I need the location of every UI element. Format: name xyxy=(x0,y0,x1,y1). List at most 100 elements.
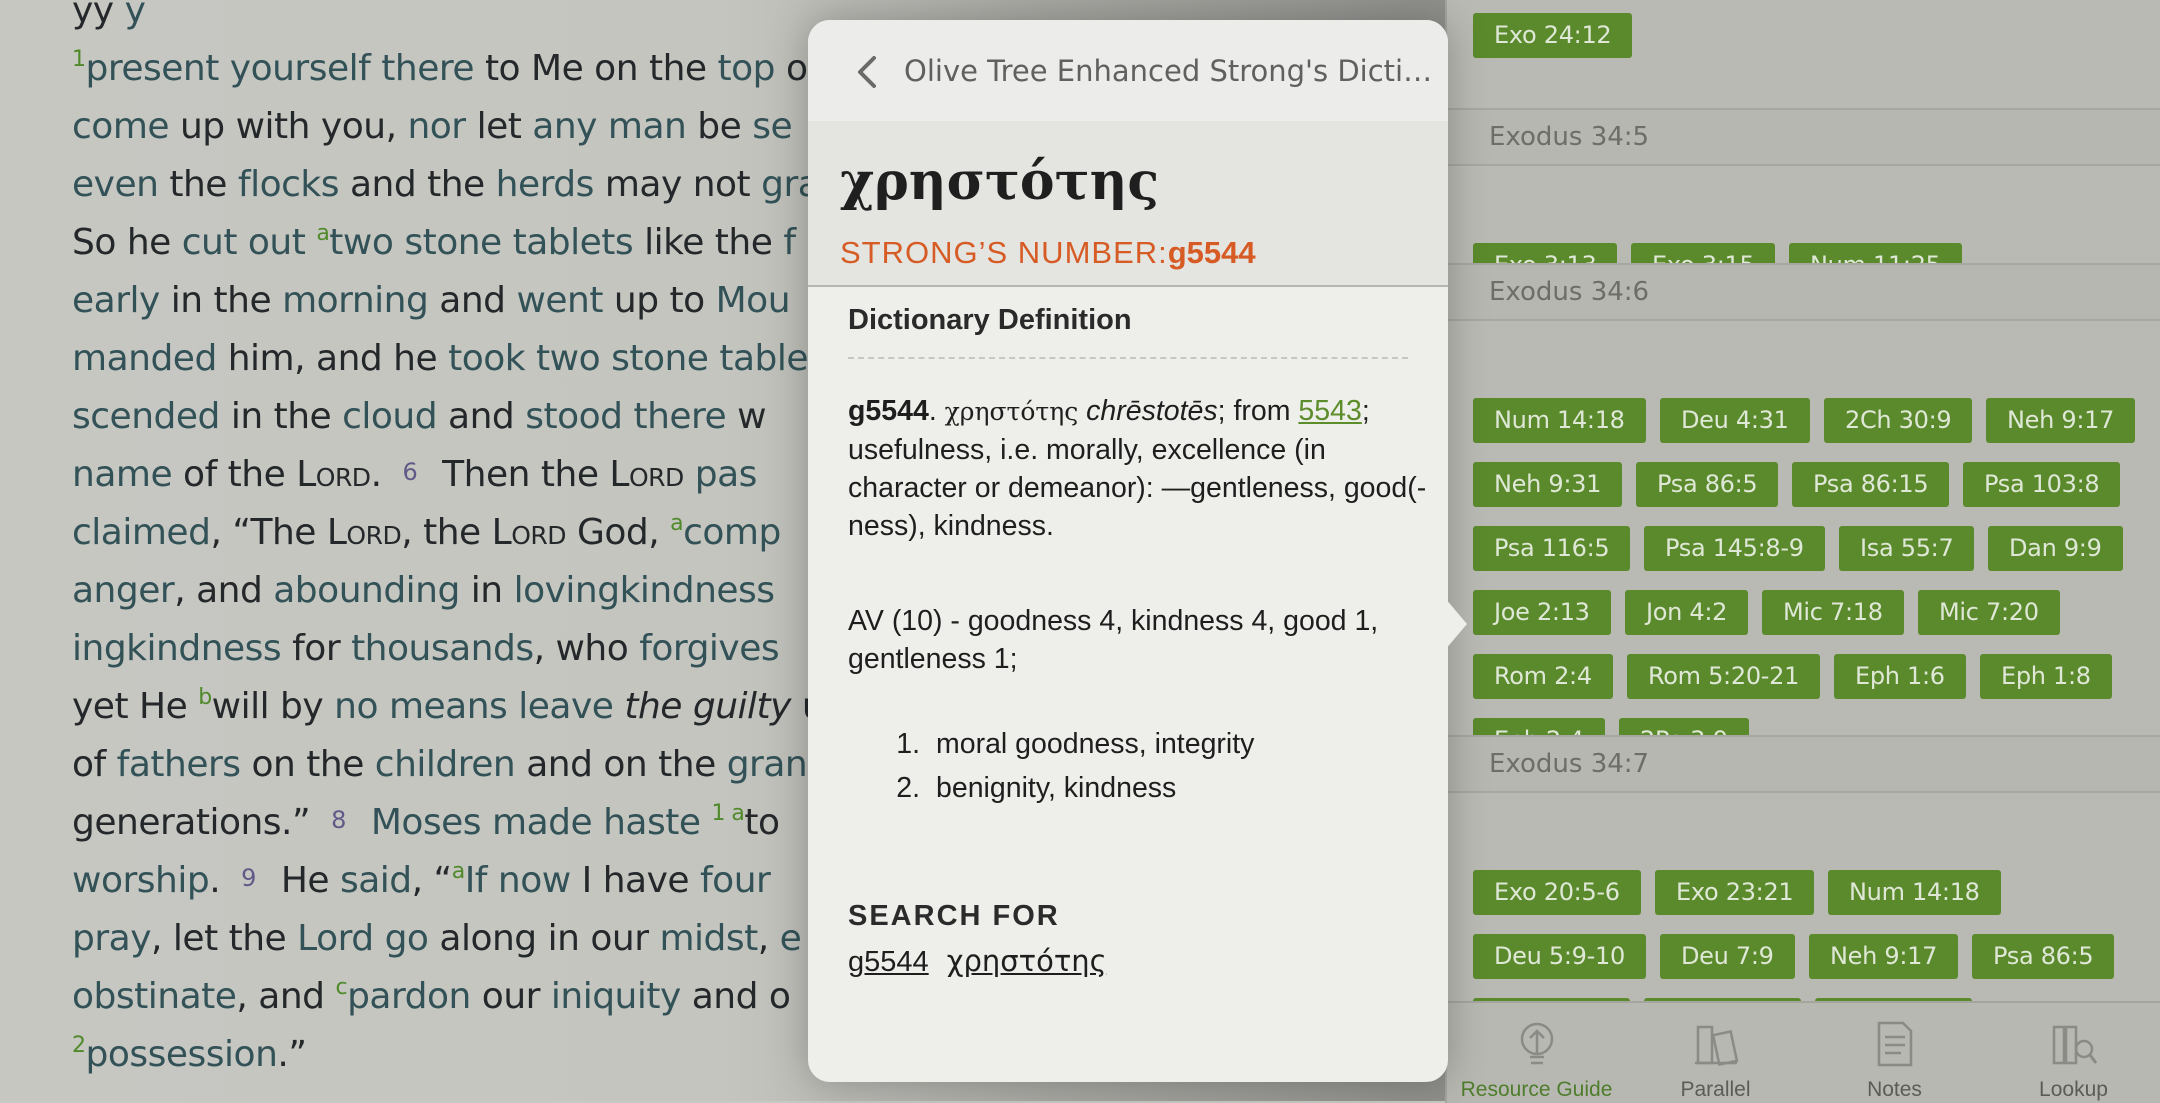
ref-chip[interactable]: Neh 9:31 xyxy=(1473,462,1623,507)
linked-word[interactable]: ingkindness xyxy=(72,628,282,669)
ref-chip[interactable]: Eph 1:6 xyxy=(1834,654,1966,699)
ref-chip[interactable]: Mic 7:18 xyxy=(1762,590,1904,635)
back-chevron-icon[interactable] xyxy=(852,52,882,92)
ref-chip[interactable]: Exo 24:12 xyxy=(1473,13,1633,58)
linked-word[interactable]: lovingkindness xyxy=(514,570,776,611)
ref-chip[interactable]: Psa 86:5 xyxy=(1972,934,2115,979)
ref-chip[interactable]: Psa 116:5 xyxy=(1473,526,1631,571)
linked-word[interactable]: obstinate xyxy=(72,976,237,1017)
footnote-marker[interactable]: a xyxy=(316,221,329,246)
linked-word[interactable]: pardon xyxy=(347,976,471,1017)
footnote-marker[interactable]: b xyxy=(198,685,212,710)
tab-lookup[interactable]: Lookup xyxy=(1984,1003,2160,1103)
linked-word[interactable]: two stone tablets xyxy=(329,222,633,263)
linked-word[interactable]: iniquity xyxy=(551,976,681,1017)
linked-word[interactable]: f xyxy=(783,222,796,263)
linked-word[interactable]: manded xyxy=(72,338,217,379)
verse-number: 6 xyxy=(402,458,418,486)
linked-word[interactable]: flocks xyxy=(238,164,340,205)
linked-word[interactable]: e xyxy=(780,918,802,959)
linked-word[interactable]: abounding xyxy=(273,570,460,611)
tab-notes[interactable]: Notes xyxy=(1805,1003,1984,1103)
footnote-marker[interactable]: a xyxy=(452,859,465,884)
ref-chip[interactable]: Jon 4:2 xyxy=(1625,590,1749,635)
cross-references-panel[interactable]: Exo 24:12 Exodus 34:5Exo 3:13Exo 3:15Num … xyxy=(1445,0,2160,1001)
linked-word[interactable]: y xyxy=(125,0,146,31)
linked-word[interactable]: even xyxy=(72,164,159,205)
related-strongs-link[interactable]: 5543 xyxy=(1298,395,1361,427)
linked-word[interactable]: went xyxy=(516,280,603,321)
linked-word[interactable]: Moses made haste xyxy=(371,802,701,843)
ref-chip[interactable]: Psa 103:8 xyxy=(1963,462,2121,507)
linked-word[interactable]: scended xyxy=(72,396,220,437)
ref-chip[interactable]: Num 14:18 xyxy=(1828,870,2001,915)
ref-chip[interactable]: Isa 55:7 xyxy=(1839,526,1975,571)
linked-word[interactable]: name xyxy=(72,454,173,495)
search-code-link[interactable]: g5544 xyxy=(848,946,929,978)
ref-chip[interactable]: Psa 86:5 xyxy=(1636,462,1779,507)
ref-chip[interactable]: 2Ch 30:9 xyxy=(1824,398,1973,443)
ref-chip[interactable]: Psa 145:8-9 xyxy=(1644,526,1825,571)
ref-chip[interactable]: Rom 2:4 xyxy=(1473,654,1613,699)
bottom-tab-bar: Resource Guide Parallel Notes Lookup xyxy=(1445,1001,2160,1103)
verse-text: He xyxy=(269,860,340,901)
linked-word[interactable]: any man xyxy=(532,106,687,147)
linked-word[interactable]: Mou xyxy=(716,280,791,321)
linked-word[interactable]: cloud xyxy=(342,396,438,437)
ref-chip[interactable]: Neh 9:17 xyxy=(1986,398,2136,443)
tab-label: Parallel xyxy=(1680,1078,1751,1101)
linked-word[interactable]: If now xyxy=(465,860,572,901)
linked-word[interactable]: top xyxy=(718,48,776,89)
linked-word[interactable]: se xyxy=(752,106,792,147)
ref-chip[interactable]: Num 14:18 xyxy=(1473,398,1646,443)
footnote-marker[interactable]: c xyxy=(335,975,347,1000)
definition-text: g5544. χρηστότης chrēstotēs; from 5543; … xyxy=(848,395,1427,542)
ref-chip[interactable]: Dan 9:9 xyxy=(1988,526,2123,571)
footnote-marker[interactable]: 1 a xyxy=(711,801,744,826)
tab-parallel[interactable]: Parallel xyxy=(1626,1003,1805,1103)
linked-word[interactable]: claimed xyxy=(72,512,211,553)
ref-chip[interactable]: Exo 23:21 xyxy=(1655,870,1815,915)
linked-word[interactable]: come xyxy=(72,106,170,147)
linked-word[interactable]: no means leave xyxy=(334,686,614,727)
ref-chip[interactable]: Exo 20:5-6 xyxy=(1473,870,1641,915)
ref-chip[interactable]: Deu 5:9-10 xyxy=(1473,934,1646,979)
linked-word[interactable]: thousands xyxy=(351,628,534,669)
ref-chip[interactable]: Eph 1:8 xyxy=(1980,654,2112,699)
linked-word[interactable]: nor xyxy=(407,106,466,147)
linked-word[interactable]: comp xyxy=(683,512,781,553)
ref-chip[interactable]: Deu 4:31 xyxy=(1660,398,1810,443)
tab-resource-guide[interactable]: Resource Guide xyxy=(1447,1003,1626,1103)
ref-chip[interactable]: Joe 2:13 xyxy=(1473,590,1611,635)
linked-word[interactable]: possession xyxy=(86,1034,278,1075)
linked-word[interactable]: present yourself there xyxy=(86,48,475,89)
ref-chip[interactable]: Deu 7:9 xyxy=(1660,934,1795,979)
linked-word[interactable]: pray xyxy=(72,918,152,959)
linked-word[interactable]: pas xyxy=(695,454,758,495)
ref-chip[interactable]: Mic 7:20 xyxy=(1918,590,2060,635)
linked-word[interactable]: said xyxy=(340,860,412,901)
linked-word[interactable]: stood there xyxy=(525,396,726,437)
linked-word[interactable]: forgives xyxy=(639,628,779,669)
linked-word[interactable]: morning xyxy=(282,280,429,321)
linked-word[interactable]: herds xyxy=(496,164,595,205)
linked-word[interactable]: cut out xyxy=(182,222,306,263)
footnote-marker[interactable]: a xyxy=(670,511,683,536)
linked-word[interactable]: fathers xyxy=(117,744,241,785)
footnote-marker[interactable]: 1 xyxy=(72,47,86,72)
verse-text: will by xyxy=(211,686,335,727)
ref-chip[interactable]: Rom 5:20-21 xyxy=(1627,654,1821,699)
linked-word[interactable]: children xyxy=(375,744,516,785)
linked-word[interactable]: worship xyxy=(72,860,210,901)
linked-word[interactable]: took two stone table xyxy=(448,338,808,379)
linked-word[interactable]: midst xyxy=(659,918,758,959)
search-greek-link[interactable]: χρηστότης xyxy=(947,944,1107,978)
ref-chip[interactable]: Psa 86:15 xyxy=(1792,462,1950,507)
linked-word[interactable]: Lord go xyxy=(297,918,429,959)
verse-text: , who xyxy=(533,628,640,669)
linked-word[interactable]: four xyxy=(700,860,771,901)
linked-word[interactable]: anger xyxy=(72,570,175,611)
linked-word[interactable]: early xyxy=(72,280,160,321)
ref-chip[interactable]: Neh 9:17 xyxy=(1809,934,1959,979)
footnote-marker[interactable]: 2 xyxy=(72,1033,86,1058)
